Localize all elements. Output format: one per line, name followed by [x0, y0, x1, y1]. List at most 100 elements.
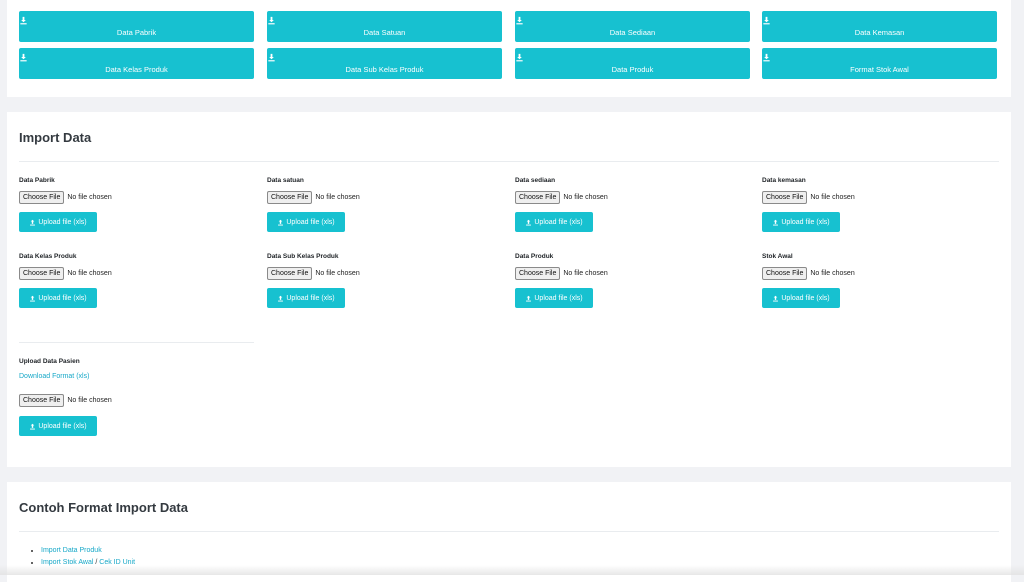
download-icon	[763, 53, 770, 62]
example-title: Contoh Format Import Data	[19, 500, 188, 515]
upload-label: Upload file (xls)	[534, 218, 583, 226]
import-field-data-produk: Data Produk Choose File No file chosen Up…	[515, 253, 750, 323]
upload-label: Upload file (xls)	[534, 294, 583, 302]
import-field-data-pabrik: Data Pabrik Choose File No file chosen Up…	[19, 177, 254, 247]
choose-file-button[interactable]: Choose File	[762, 267, 808, 280]
choose-file-button[interactable]: Choose File	[19, 394, 65, 407]
upload-label: Upload file (xls)	[781, 218, 830, 226]
upload-file-button[interactable]: Upload file (xls)	[762, 212, 840, 232]
file-input[interactable]: Choose File No file chosen	[762, 267, 855, 280]
file-input[interactable]: Choose File No file chosen	[19, 191, 112, 204]
download-data-pabrik-button[interactable]: Data Pabrik	[19, 11, 254, 42]
download-label: Format Stok Awal	[850, 65, 909, 74]
field-label: Data Sub Kelas Produk	[267, 253, 339, 260]
no-file-text: No file chosen	[810, 194, 855, 201]
file-input[interactable]: Choose File No file chosen	[515, 267, 608, 280]
upload-icon	[278, 295, 284, 302]
download-label: Data Kelas Produk	[105, 65, 168, 74]
download-icon	[516, 53, 523, 62]
download-icon	[20, 53, 27, 62]
download-label: Data Pabrik	[116, 28, 157, 37]
download-data-produk-button[interactable]: Data Produk	[515, 48, 750, 79]
no-file-text: No file chosen	[67, 194, 112, 201]
download-data-kelas-produk-button[interactable]: Data Kelas Produk	[19, 48, 254, 79]
import-field-data-kelas-produk: Data Kelas Produk Choose File No file cho…	[19, 253, 254, 323]
field-label: Data Pabrik	[19, 177, 55, 184]
file-input[interactable]: Choose File No file chosen	[515, 191, 608, 204]
download-data-sub-kelas-produk-button[interactable]: Data Sub Kelas Produk	[267, 48, 502, 79]
upload-label: Upload file (xls)	[38, 218, 87, 226]
no-file-text: No file chosen	[810, 270, 855, 277]
upload-icon	[526, 219, 532, 226]
download-icon	[268, 53, 275, 62]
upload-icon	[30, 219, 36, 226]
import-data-produk-link[interactable]: Import Data Produk	[41, 547, 102, 554]
list-item: Import Data Produk	[41, 545, 135, 557]
file-input[interactable]: Choose File No file chosen	[19, 267, 112, 280]
upload-label: Upload file (xls)	[38, 422, 87, 430]
choose-file-button[interactable]: Choose File	[515, 267, 561, 280]
field-label: Data sediaan	[515, 177, 556, 184]
upload-file-button[interactable]: Upload file (xls)	[515, 212, 593, 232]
choose-file-button[interactable]: Choose File	[19, 267, 65, 280]
upload-file-button[interactable]: Upload file (xls)	[267, 212, 345, 232]
bottom-fade	[0, 565, 1024, 575]
import-field-data-kemasan: Data kemasan Choose File No file chosen U…	[762, 177, 997, 247]
download-label: Data Sediaan	[609, 28, 656, 37]
download-icon	[516, 16, 523, 25]
upload-pasien-label: Upload Data Pasien	[19, 358, 80, 365]
field-label: Data Kelas Produk	[19, 253, 77, 260]
download-icon	[268, 16, 275, 25]
divider	[19, 531, 999, 532]
choose-file-button[interactable]: Choose File	[267, 267, 313, 280]
download-label: Data Satuan	[363, 28, 406, 37]
download-data-kemasan-button[interactable]: Data Kemasan	[762, 11, 997, 42]
no-file-text: No file chosen	[315, 270, 360, 277]
upload-icon	[773, 295, 779, 302]
download-icon	[763, 16, 770, 25]
import-title: Import Data	[19, 130, 92, 145]
no-file-text: No file chosen	[67, 397, 112, 404]
download-card: Data Pabrik Data Satuan Data Sediaan Dat…	[7, 0, 1011, 97]
download-label: Data Produk	[611, 65, 654, 74]
import-field-stok-awal: Stok Awal Choose File No file chosen Uplo…	[762, 253, 997, 323]
field-label: Data satuan	[267, 177, 304, 184]
divider	[19, 161, 999, 162]
file-input[interactable]: Choose File No file chosen	[267, 267, 360, 280]
upload-file-button[interactable]: Upload file (xls)	[267, 288, 345, 308]
no-file-text: No file chosen	[563, 194, 608, 201]
file-input[interactable]: Choose File No file chosen	[267, 191, 360, 204]
import-field-data-sub-kelas-produk: Data Sub Kelas Produk Choose File No file…	[267, 253, 502, 323]
upload-icon	[773, 219, 779, 226]
field-label: Data kemasan	[762, 177, 806, 184]
choose-file-button[interactable]: Choose File	[762, 191, 808, 204]
file-input[interactable]: Choose File No file chosen	[19, 394, 112, 407]
divider	[19, 342, 254, 343]
upload-label: Upload file (xls)	[781, 294, 830, 302]
upload-file-button[interactable]: Upload file (xls)	[19, 212, 97, 232]
import-field-data-sediaan: Data sediaan Choose File No file chosen U…	[515, 177, 750, 247]
upload-file-button[interactable]: Upload file (xls)	[19, 288, 97, 308]
upload-icon	[30, 295, 36, 302]
upload-icon	[30, 423, 36, 430]
upload-pasien-button[interactable]: Upload file (xls)	[19, 416, 97, 436]
choose-file-button[interactable]: Choose File	[267, 191, 313, 204]
no-file-text: No file chosen	[315, 194, 360, 201]
download-format-stok-awal-button[interactable]: Format Stok Awal	[762, 48, 997, 79]
no-file-text: No file chosen	[67, 270, 112, 277]
download-data-sediaan-button[interactable]: Data Sediaan	[515, 11, 750, 42]
upload-file-button[interactable]: Upload file (xls)	[762, 288, 840, 308]
upload-file-button[interactable]: Upload file (xls)	[515, 288, 593, 308]
file-input[interactable]: Choose File No file chosen	[762, 191, 855, 204]
download-format-link[interactable]: Download Format (xls)	[19, 373, 89, 380]
choose-file-button[interactable]: Choose File	[19, 191, 65, 204]
upload-icon	[526, 295, 532, 302]
upload-label: Upload file (xls)	[286, 294, 335, 302]
download-label: Data Sub Kelas Produk	[345, 65, 424, 74]
field-label: Stok Awal	[762, 253, 793, 260]
upload-label: Upload file (xls)	[38, 294, 87, 302]
download-icon	[20, 16, 27, 25]
choose-file-button[interactable]: Choose File	[515, 191, 561, 204]
import-data-card: Import Data Data Pabrik Choose File No fi…	[7, 112, 1011, 467]
download-data-satuan-button[interactable]: Data Satuan	[267, 11, 502, 42]
